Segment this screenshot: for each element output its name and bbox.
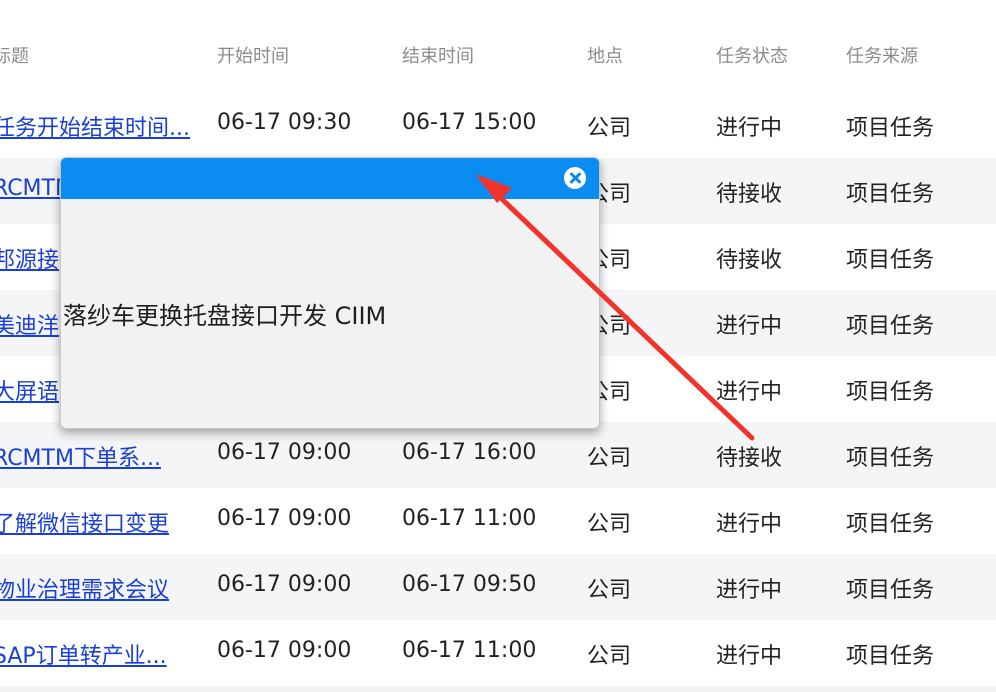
table-row[interactable]: SAP订单转产业... 06-17 09:00 06-17 11:00 公司 进行中 项目… [0, 620, 996, 686]
close-circle-icon[interactable] [564, 167, 586, 189]
row-source: 项目任务 [846, 644, 935, 669]
row-start-time: 06-17 09:30 [217, 110, 352, 135]
row-source: 项目任务 [846, 182, 935, 207]
row-source: 项目任务 [846, 248, 935, 273]
row-source: 项目任务 [846, 578, 935, 603]
row-title-link[interactable]: RCMTM下单系... [0, 440, 161, 472]
row-status: 进行中 [716, 512, 783, 537]
row-title-link[interactable]: SAP订单转产业... [0, 638, 167, 670]
header-title: 标题 [0, 46, 29, 67]
row-location: 公司 [587, 116, 632, 141]
row-start-time: 06-17 09:00 [217, 572, 352, 597]
page: 标题 开始时间 结束时间 地点 任务状态 任务来源 任务开始结束时间... 06-… [0, 0, 996, 692]
row-status: 进行中 [716, 644, 783, 669]
table-row[interactable]: 物业治理需求会议 06-17 09:00 06-17 09:50 公司 进行中 项目任务 [0, 554, 996, 620]
row-end-time: 06-17 15:00 [402, 110, 537, 135]
row-location: 公司 [587, 578, 632, 603]
row-end-time: 06-17 11:00 [402, 506, 537, 531]
row-location: 公司 [587, 446, 632, 471]
row-title-link[interactable]: 了解微信接口变更 [0, 506, 169, 538]
row-location: 公司 [587, 644, 632, 669]
row-title-link[interactable]: 大屏语 [0, 374, 59, 406]
row-title-link[interactable]: 美迪洋 [0, 308, 59, 340]
header-source: 任务来源 [846, 46, 918, 67]
row-title-link[interactable]: 物业治理需求会议 [0, 572, 169, 604]
table-bottom-strip [0, 686, 996, 692]
row-status: 进行中 [716, 314, 783, 339]
row-source: 项目任务 [846, 512, 935, 537]
row-start-time: 06-17 09:00 [217, 506, 352, 531]
row-status: 待接收 [716, 446, 783, 471]
task-detail-popup: 落纱车更换托盘接口开发 CIIM [60, 157, 600, 429]
popup-content: 落纱车更换托盘接口开发 CIIM [63, 302, 387, 330]
row-end-time: 06-17 09:50 [402, 572, 537, 597]
row-status: 待接收 [716, 182, 783, 207]
row-source: 项目任务 [846, 380, 935, 405]
row-status: 待接收 [716, 248, 783, 273]
row-end-time: 06-17 11:00 [402, 638, 537, 663]
row-location: 公司 [587, 512, 632, 537]
row-title-link[interactable]: 邦源接 [0, 242, 59, 274]
row-end-time: 06-17 16:00 [402, 440, 537, 465]
row-source: 项目任务 [846, 116, 935, 141]
row-status: 进行中 [716, 578, 783, 603]
popup-header [61, 158, 599, 199]
row-source: 项目任务 [846, 446, 935, 471]
header-start-time: 开始时间 [217, 46, 289, 67]
table-row[interactable]: RCMTM下单系... 06-17 09:00 06-17 16:00 公司 待接收 项目… [0, 422, 996, 488]
table-row[interactable]: 了解微信接口变更 06-17 09:00 06-17 11:00 公司 进行中 项目任务 [0, 488, 996, 554]
header-status: 任务状态 [716, 46, 788, 67]
table-header: 标题 开始时间 结束时间 地点 任务状态 任务来源 [0, 22, 996, 86]
row-title-link[interactable]: 任务开始结束时间... [0, 110, 190, 142]
row-start-time: 06-17 09:00 [217, 440, 352, 465]
header-location: 地点 [587, 46, 623, 67]
row-source: 项目任务 [846, 314, 935, 339]
row-start-time: 06-17 09:00 [217, 638, 352, 663]
table-row[interactable]: 任务开始结束时间... 06-17 09:30 06-17 15:00 公司 进行中 项目… [0, 92, 996, 158]
header-end-time: 结束时间 [402, 46, 474, 67]
row-status: 进行中 [716, 116, 783, 141]
row-status: 进行中 [716, 380, 783, 405]
